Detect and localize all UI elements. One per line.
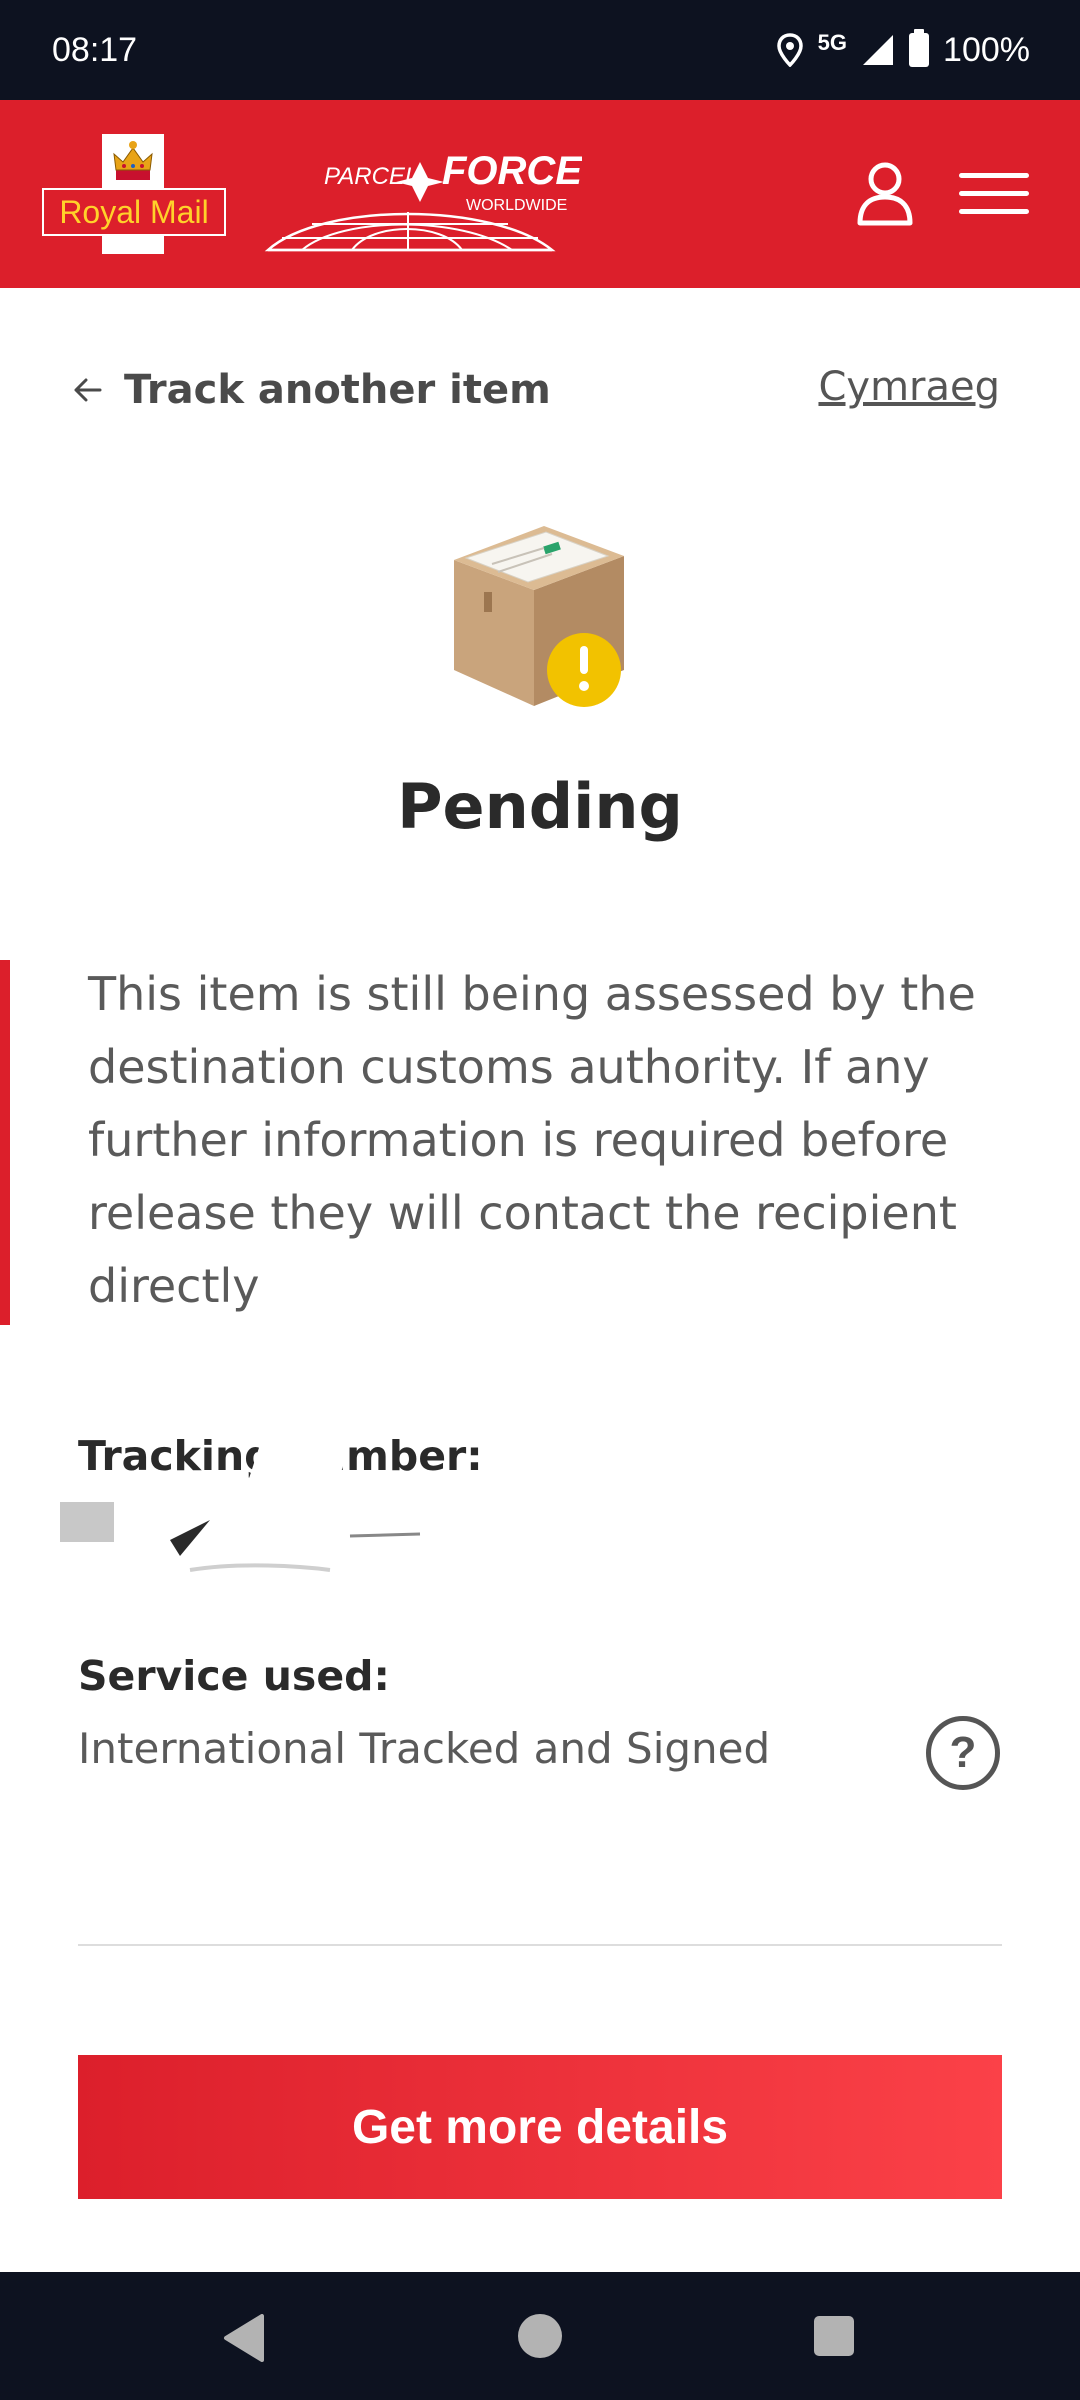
status-indicators: 5G 100% — [776, 29, 1030, 70]
parcelforce-logo[interactable]: PARCEL FORCE WORLDWIDE — [262, 150, 582, 260]
menu-icon[interactable] — [958, 158, 1030, 230]
battery-icon — [909, 29, 930, 67]
crown-icon — [113, 141, 153, 180]
nav-back-icon[interactable] — [222, 2314, 266, 2362]
royal-mail-logo[interactable]: Royal Mail — [42, 134, 226, 254]
account-icon[interactable] — [849, 158, 921, 230]
battery-level: 100% — [943, 30, 1030, 69]
status-bar: 08:17 5G 100% — [0, 0, 1080, 100]
svg-text:PARCEL: PARCEL — [324, 163, 418, 190]
arrow-left-icon — [74, 378, 102, 402]
nav-recents-icon[interactable] — [814, 2316, 854, 2356]
nav-home-icon[interactable] — [518, 2314, 562, 2358]
status-time: 08:17 — [52, 30, 138, 69]
message-accent-bar — [0, 960, 10, 1325]
help-icon[interactable]: ? — [926, 1716, 1000, 1790]
location-icon — [776, 33, 803, 67]
svg-text:FORCE: FORCE — [442, 150, 582, 193]
redaction-mark — [245, 1432, 355, 1488]
service-used-label: Service used: — [78, 1652, 390, 1700]
royal-mail-wordmark: Royal Mail — [42, 188, 226, 236]
app-header: Royal Mail PARCEL FORCE WORLDWIDE — [0, 100, 1080, 288]
parcel-warning-icon — [454, 526, 624, 707]
divider — [78, 1944, 1002, 1946]
network-type: 5G — [817, 30, 848, 55]
status-title: Pending — [397, 770, 683, 843]
get-more-details-button[interactable]: Get more details — [78, 2055, 1002, 2199]
svg-text:WORLDWIDE: WORLDWIDE — [466, 197, 567, 214]
tracking-number-redacted — [60, 1500, 421, 1578]
back-link-label: Track another item — [124, 367, 551, 413]
language-switch-link[interactable]: Cymraeg — [818, 364, 1000, 410]
system-nav-bar — [0, 2272, 1080, 2400]
signal-icon — [863, 35, 894, 65]
track-another-item-link[interactable]: Track another item — [70, 360, 551, 420]
status-message: This item is still being assessed by the… — [88, 967, 976, 1313]
service-used-value: International Tracked and Signed — [78, 1724, 771, 1773]
